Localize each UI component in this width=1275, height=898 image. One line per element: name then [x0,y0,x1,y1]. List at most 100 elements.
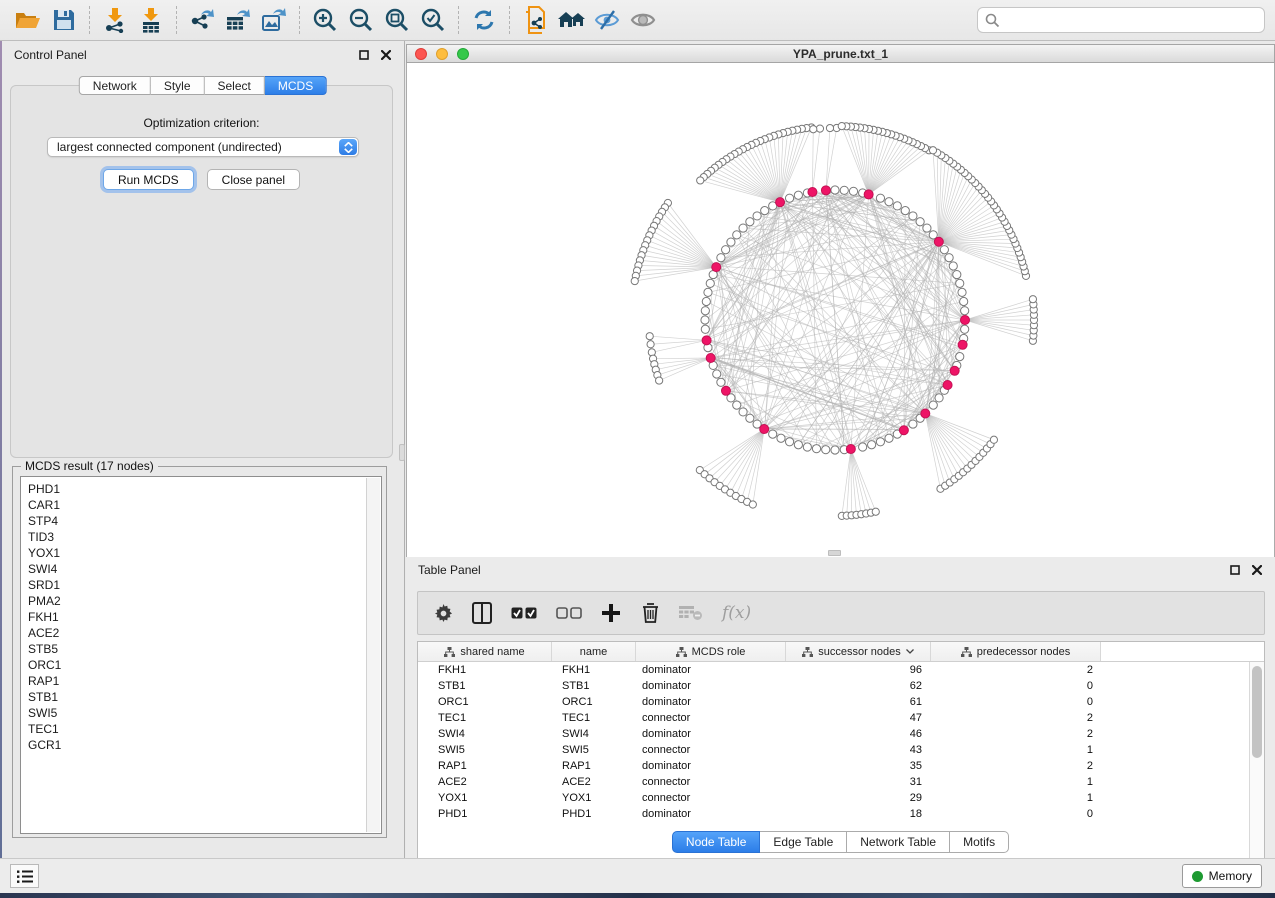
graph-node[interactable] [868,441,876,449]
graph-leaf-node[interactable] [656,377,663,384]
zoom-fit-button[interactable] [379,4,415,36]
graph-leaf-node[interactable] [749,501,756,508]
open-session-button[interactable] [10,4,46,36]
table-row[interactable]: ACE2ACE2connector311 [418,774,1264,790]
tab-select[interactable]: Select [205,76,265,95]
table-row[interactable]: PHD1PHD1dominator180 [418,806,1264,822]
mcds-result-item[interactable]: PHD1 [28,481,366,497]
open-in-browser-button[interactable] [553,4,589,36]
graph-node[interactable] [945,254,953,262]
graph-node[interactable] [701,325,709,333]
graph-node[interactable] [958,288,966,296]
mcds-node[interactable] [808,187,817,196]
graph-node[interactable] [949,262,957,270]
graph-leaf-node[interactable] [646,333,653,340]
mcds-node[interactable] [943,381,952,390]
graph-node[interactable] [940,246,948,254]
network-graph[interactable] [407,63,1275,557]
graph-node[interactable] [704,288,712,296]
import-network-button[interactable] [97,4,133,36]
mcds-node[interactable] [961,316,970,325]
float-panel-icon[interactable] [1228,564,1241,577]
tab-mcds[interactable]: MCDS [265,76,327,95]
add-column-button[interactable] [601,601,621,625]
graph-leaf-node[interactable] [697,177,704,184]
graph-node[interactable] [803,443,811,451]
table-row[interactable]: YOX1YOX1connector291 [418,790,1264,806]
table-row[interactable]: RAP1RAP1dominator352 [418,758,1264,774]
select-all-rows-button[interactable] [511,601,537,625]
mcds-result-item[interactable]: SWI5 [28,705,366,721]
graph-node[interactable] [849,187,857,195]
delete-table-button[interactable] [679,601,703,625]
graph-leaf-node[interactable] [647,341,654,348]
graph-node[interactable] [785,438,793,446]
graph-leaf-node[interactable] [631,277,638,284]
mcds-node[interactable] [776,198,785,207]
graph-leaf-node[interactable] [872,508,879,515]
mcds-result-item[interactable]: FKH1 [28,609,366,625]
table-row[interactable]: SWI5SWI5connector431 [418,742,1264,758]
graph-node[interactable] [746,218,754,226]
mcds-result-item[interactable]: ORC1 [28,657,366,673]
mcds-node[interactable] [706,354,715,363]
mcds-result-item[interactable]: YOX1 [28,545,366,561]
mcds-result-item[interactable]: TEC1 [28,721,366,737]
export-image-button[interactable] [256,4,292,36]
graph-node[interactable] [727,238,735,246]
graph-node[interactable] [733,401,741,409]
search-box[interactable] [977,7,1265,33]
graph-node[interactable] [701,307,709,315]
export-network-button[interactable] [184,4,220,36]
table-row[interactable]: SWI4SWI4dominator462 [418,726,1264,742]
graph-node[interactable] [769,430,777,438]
graph-node[interactable] [956,279,964,287]
function-builder-button[interactable]: f(x) [722,601,751,625]
mcds-result-item[interactable]: PMA2 [28,593,366,609]
column-header-predecessor-nodes[interactable]: predecessor nodes [931,642,1101,661]
column-header-name[interactable]: name [552,642,636,661]
mcds-node[interactable] [921,409,930,418]
close-panel-icon[interactable] [379,49,392,62]
tab-network[interactable]: Network [79,76,151,95]
graph-node[interactable] [746,414,754,422]
graph-node[interactable] [822,446,830,454]
graph-node[interactable] [956,353,964,361]
table-row[interactable]: TEC1TEC1connector472 [418,710,1264,726]
mcds-result-item[interactable]: STB5 [28,641,366,657]
graph-node[interactable] [753,212,761,220]
mcds-result-item[interactable]: CAR1 [28,497,366,513]
table-row[interactable]: FKH1FKH1dominator962 [418,662,1264,678]
refresh-button[interactable] [466,4,502,36]
delete-column-button[interactable] [640,601,660,625]
show-column-panel-button[interactable] [472,601,492,625]
close-panel-button[interactable]: Close panel [207,169,300,190]
task-history-button[interactable] [10,864,39,888]
save-session-button[interactable] [46,4,82,36]
table-row[interactable]: ORC1ORC1dominator610 [418,694,1264,710]
mcds-node[interactable] [712,263,721,272]
graph-leaf-node[interactable] [929,147,936,154]
table-row[interactable]: STB1STB1dominator620 [418,678,1264,694]
graph-node[interactable] [831,186,839,194]
deselect-all-rows-button[interactable] [556,601,582,625]
mcds-node[interactable] [950,366,959,375]
tab-edge-table[interactable]: Edge Table [760,831,847,853]
mcds-node[interactable] [760,425,769,434]
graph-leaf-node[interactable] [990,436,997,443]
export-table-button[interactable] [220,4,256,36]
mcds-node[interactable] [821,186,830,195]
graph-node[interactable] [785,194,793,202]
graph-leaf-node[interactable] [838,123,845,130]
graph-node[interactable] [761,207,769,215]
graph-node[interactable] [722,246,730,254]
graph-leaf-node[interactable] [826,124,833,131]
graph-node[interactable] [859,443,867,451]
graph-node[interactable] [953,270,961,278]
graph-node[interactable] [885,434,893,442]
graph-node[interactable] [935,394,943,402]
run-mcds-button[interactable]: Run MCDS [103,169,194,190]
search-input[interactable] [1005,13,1257,27]
graph-node[interactable] [717,378,725,386]
zoom-out-button[interactable] [343,4,379,36]
